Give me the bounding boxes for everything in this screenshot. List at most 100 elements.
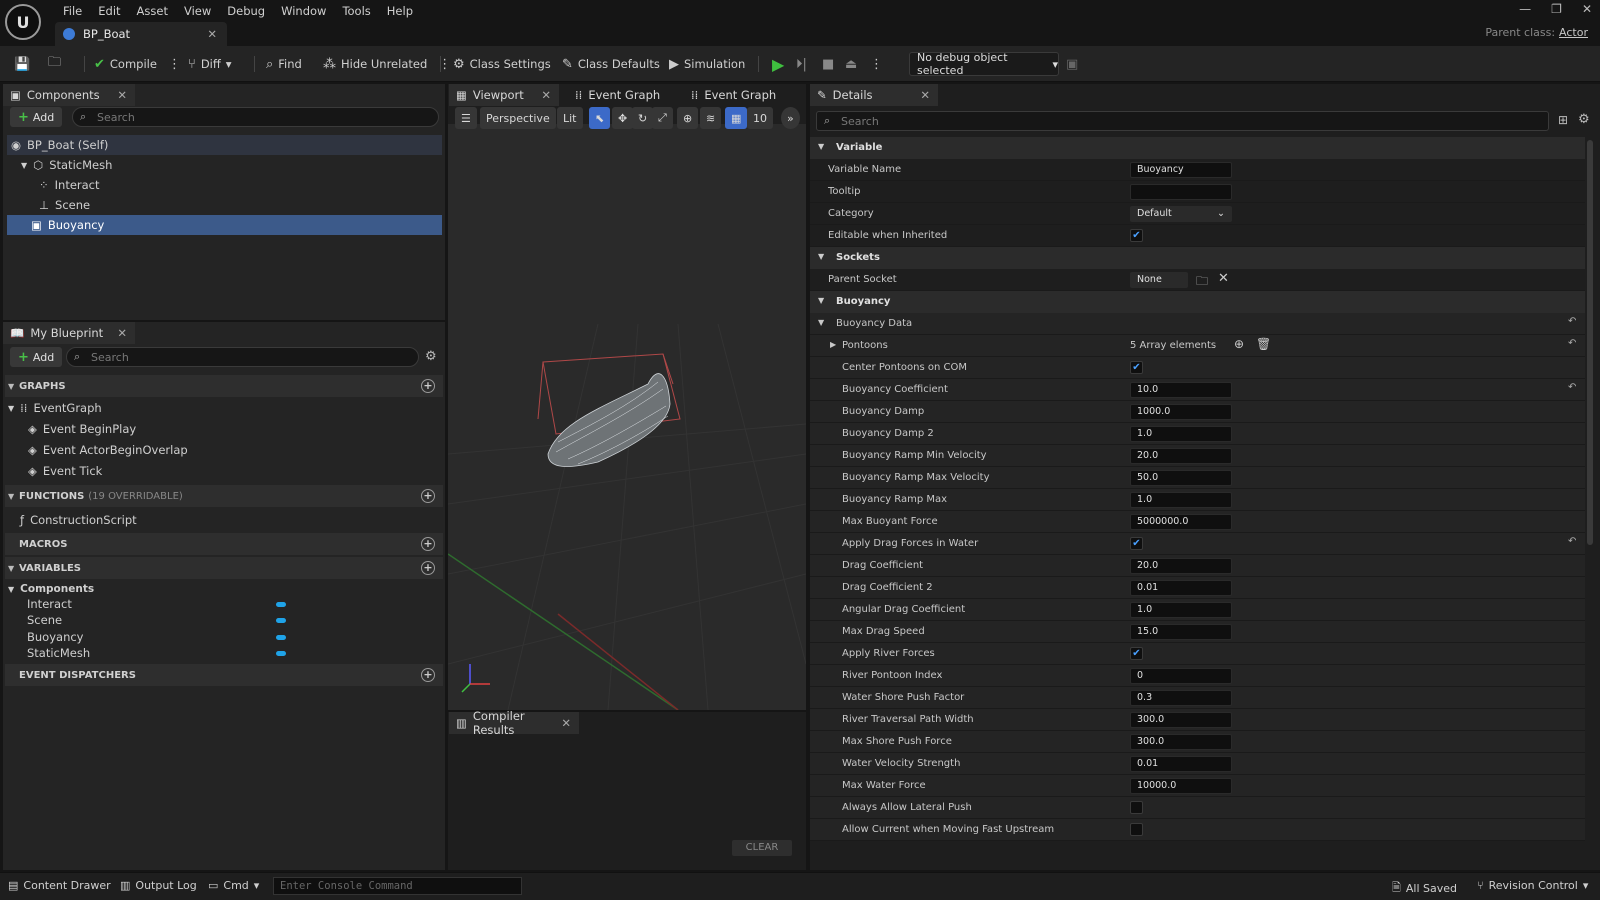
gear-icon[interactable]: ⚙ — [425, 349, 437, 364]
reset-icon[interactable]: ↶ — [1568, 316, 1576, 327]
close-icon[interactable]: ✕ — [117, 326, 127, 340]
clear-button[interactable]: CLEAR — [732, 840, 792, 856]
event-tick[interactable]: ◈ Event Tick — [28, 462, 102, 480]
tree-item-staticmesh[interactable]: ▼ ⬡ StaticMesh — [7, 155, 442, 175]
save-button[interactable]: 💾 — [14, 53, 30, 75]
close-icon[interactable]: ✕ — [561, 716, 571, 730]
row-pontoons[interactable]: ▶ Pontoons 5 Array elements ⊕ 🗑 ↶ — [810, 335, 1585, 357]
tab-compiler-results[interactable]: ▥ Compiler Results ✕ — [449, 709, 579, 737]
add-dispatcher-icon[interactable]: + — [421, 668, 435, 682]
content-drawer-button[interactable]: ▤ Content Drawer — [8, 879, 111, 892]
add-component-button[interactable]: + Add — [10, 107, 63, 127]
translate-tool-button[interactable]: ✥ — [612, 107, 634, 129]
menu-debug[interactable]: Debug — [219, 2, 273, 20]
menu-tools[interactable]: Tools — [334, 2, 378, 20]
add-variable-icon[interactable]: + — [421, 561, 435, 575]
grid-snap-button[interactable]: ▦ — [725, 107, 748, 129]
tree-item-scene[interactable]: ⊥ Scene — [7, 195, 442, 215]
tab-my-blueprint[interactable]: 📖 My Blueprint ✕ — [3, 322, 135, 344]
prop-input[interactable]: 0.01 — [1130, 756, 1232, 772]
all-saved-status[interactable]: 🗎 All Saved — [1392, 879, 1457, 898]
always-lateral-checkbox[interactable] — [1130, 801, 1143, 814]
center-pontoons-checkbox[interactable]: ✔ — [1130, 361, 1143, 374]
components-search-input[interactable]: ⌕ Search — [72, 107, 439, 127]
debug-object-select[interactable]: No debug object selected ▾ — [909, 51, 1059, 77]
section-variables[interactable]: ▼ VARIABLES + — [5, 557, 443, 579]
section-buoyancy[interactable]: ▼ Buoyancy — [810, 291, 1585, 313]
tree-item-bp-boat-self[interactable]: ◉ BP_Boat (Self) — [7, 135, 442, 155]
menu-window[interactable]: Window — [273, 2, 334, 20]
gear-icon[interactable]: ⚙ — [1578, 112, 1590, 127]
eject-button[interactable]: ⏏ — [845, 53, 857, 75]
add-blueprint-item-button[interactable]: + Add — [10, 347, 63, 367]
prop-input[interactable]: 0.3 — [1130, 690, 1232, 706]
menu-asset[interactable]: Asset — [129, 2, 176, 20]
step-button[interactable]: ⏵| — [796, 53, 807, 75]
parent-socket-value[interactable]: None — [1130, 272, 1188, 288]
browse-button[interactable]: 🗀 — [48, 53, 61, 75]
output-log-button[interactable]: ▥ Output Log — [120, 879, 197, 892]
tab-event-graph-2[interactable]: ⁞⁞ Event Graph — [684, 84, 794, 106]
prop-input[interactable]: 1000.0 — [1130, 404, 1232, 420]
menu-file[interactable]: File — [55, 2, 90, 20]
prop-input[interactable]: 10000.0 — [1130, 778, 1232, 794]
close-window-icon[interactable]: ✕ — [1582, 2, 1592, 16]
graph-eventgraph[interactable]: ▼ ⁞⁞ EventGraph — [8, 399, 102, 417]
section-variable[interactable]: ▼ Variable — [810, 137, 1585, 159]
document-tab-bp-boat[interactable]: BP_Boat ✕ — [55, 22, 227, 46]
tree-item-interact[interactable]: ⁘ Interact — [7, 175, 442, 195]
viewport-menu-button[interactable]: ☰ — [455, 107, 477, 129]
trash-icon[interactable]: 🗑 — [1256, 337, 1271, 351]
revision-control-button[interactable]: ⑂ Revision Control ▾ — [1477, 879, 1588, 892]
details-search-input[interactable]: ⌕ Search — [816, 111, 1549, 131]
tab-components[interactable]: ▣ Components ✕ — [3, 84, 135, 106]
simulation-button[interactable]: ▶ Simulation — [669, 53, 745, 75]
add-function-icon[interactable]: + — [421, 489, 435, 503]
cmd-button[interactable]: ▭ Cmd ▾ — [208, 879, 259, 892]
menu-edit[interactable]: Edit — [90, 2, 128, 20]
prop-input[interactable]: 1.0 — [1130, 602, 1232, 618]
row-buoyancy-data[interactable]: ▼ Buoyancy Data ↶ — [810, 313, 1585, 335]
world-local-button[interactable]: ⊕ — [677, 107, 699, 129]
select-tool-button[interactable]: ⬉ — [589, 107, 611, 129]
prop-input[interactable]: 1.0 — [1130, 426, 1232, 442]
apply-river-checkbox[interactable]: ✔ — [1130, 647, 1143, 660]
stop-button[interactable]: ■ — [822, 53, 834, 75]
variable-name-input[interactable]: Buoyancy — [1130, 162, 1232, 178]
browse-socket-icon[interactable]: 🗀 — [1196, 272, 1208, 293]
menu-help[interactable]: Help — [379, 2, 421, 20]
table-view-icon[interactable]: ⊞ — [1558, 113, 1568, 127]
apply-drag-checkbox[interactable]: ✔ — [1130, 537, 1143, 550]
details-scrollbar[interactable] — [1587, 140, 1593, 545]
prop-input[interactable]: 50.0 — [1130, 470, 1232, 486]
section-sockets[interactable]: ▼ Sockets — [810, 247, 1585, 269]
restore-icon[interactable]: ❐ — [1551, 2, 1562, 16]
tab-viewport[interactable]: ▦ Viewport ✕ — [449, 84, 559, 106]
viewport-canvas[interactable] — [448, 124, 806, 710]
prop-input[interactable]: 300.0 — [1130, 734, 1232, 750]
event-actorbeginoverlap[interactable]: ◈ Event ActorBeginOverlap — [28, 441, 188, 459]
console-command-input[interactable]: Enter Console Command — [273, 877, 522, 895]
reset-icon[interactable]: ↶ — [1568, 382, 1576, 393]
parent-class-link[interactable]: Actor — [1559, 26, 1588, 39]
event-beginplay[interactable]: ◈ Event BeginPlay — [28, 420, 136, 438]
debug-browse-button[interactable]: ▣ — [1066, 53, 1078, 75]
prop-input[interactable]: 1.0 — [1130, 492, 1232, 508]
category-select[interactable]: Default ⌄ — [1130, 206, 1232, 222]
editable-inherited-checkbox[interactable]: ✔ — [1130, 229, 1143, 242]
reset-icon[interactable]: ↶ — [1568, 338, 1576, 349]
prop-input[interactable]: 10.0 — [1130, 382, 1232, 398]
class-settings-button[interactable]: ⚙ Class Settings — [453, 53, 551, 75]
section-macros[interactable]: MACROS + — [5, 533, 443, 555]
add-macro-icon[interactable]: + — [421, 537, 435, 551]
menu-view[interactable]: View — [176, 2, 219, 20]
minimize-icon[interactable]: — — [1519, 2, 1531, 16]
unreal-logo-icon[interactable]: U — [5, 4, 41, 40]
add-graph-icon[interactable]: + — [421, 379, 435, 393]
prop-input[interactable]: 300.0 — [1130, 712, 1232, 728]
prop-input[interactable]: 5000000.0 — [1130, 514, 1232, 530]
prop-input[interactable]: 0 — [1130, 668, 1232, 684]
rotate-tool-button[interactable]: ↻ — [632, 107, 654, 129]
reset-icon[interactable]: ↶ — [1568, 536, 1576, 547]
play-options-button[interactable]: ⋮ — [870, 53, 883, 75]
